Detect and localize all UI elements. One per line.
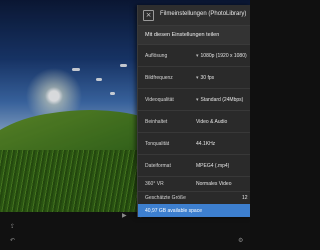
settings-icon[interactable]: ⚙	[238, 238, 243, 244]
setting-label: Auflösung	[145, 53, 168, 59]
share-with-settings-button[interactable]: Mit diesen Einstellungen teilen	[138, 26, 250, 45]
chevron-down-icon: ▾	[196, 75, 199, 81]
setting-row-estimated-size: Geschätzte Größe 12	[138, 192, 250, 204]
available-space-bar: 40,97 GB available space	[138, 204, 250, 217]
setting-row-audio-quality: Tonqualität 44.1KHz	[138, 133, 250, 155]
setting-label: Geschätzte Größe	[145, 195, 186, 201]
setting-value: Normales Video	[196, 181, 232, 187]
share-icon[interactable]: ⇪	[10, 224, 15, 230]
setting-row-includes: Beinhaltet Video & Audio	[138, 111, 250, 133]
chevron-down-icon: ▾	[196, 97, 199, 103]
setting-value: MPEG4 (.mp4)	[196, 163, 230, 169]
setting-row-resolution[interactable]: Auflösung ▾ 1080p (1920 x 1080)	[138, 45, 250, 67]
available-space-label: 40,97 GB available space	[145, 208, 202, 214]
video-editor-screen: ⇪ ↶ ▶ ⤢ ⚙ × Filmeinstellungen (PhotoLibr…	[0, 0, 250, 250]
bottom-toolbar: ⇪ ↶ ▶ ⤢ ⚙	[0, 212, 250, 250]
setting-value: ▾ 30 fps	[196, 75, 215, 81]
share-label: Mit diesen Einstellungen teilen	[145, 32, 220, 38]
setting-label: Videoqualität	[145, 97, 174, 103]
setting-row-360-vr: 360° VR Normales Video	[138, 177, 250, 192]
setting-value: ▾ 1080p (1920 x 1080)	[196, 53, 247, 59]
movie-settings-panel: × Filmeinstellungen (PhotoLibrary) Mit d…	[137, 5, 250, 217]
panel-title: Filmeinstellungen (PhotoLibrary)	[160, 11, 247, 17]
setting-row-file-format: Dateiformat MPEG4 (.mp4)	[138, 155, 250, 177]
setting-row-framerate[interactable]: Bildfrequenz ▾ 30 fps	[138, 67, 250, 89]
setting-label: Beinhaltet	[145, 119, 168, 125]
setting-label: 360° VR	[145, 181, 164, 187]
setting-row-video-quality[interactable]: Videoqualität ▾ Standard (24Mbps)	[138, 89, 250, 111]
panel-header: × Filmeinstellungen (PhotoLibrary)	[138, 5, 250, 26]
setting-label: Tonqualität	[145, 141, 170, 147]
setting-value: 12	[242, 195, 248, 201]
chevron-down-icon: ▾	[196, 53, 199, 59]
close-icon[interactable]: ×	[143, 10, 154, 21]
play-icon[interactable]: ▶	[122, 213, 127, 219]
setting-value: 44.1KHz	[196, 141, 216, 147]
setting-value: ▾ Standard (24Mbps)	[196, 97, 244, 103]
setting-value: Video & Audio	[196, 119, 228, 125]
undo-icon[interactable]: ↶	[10, 238, 15, 244]
setting-label: Dateiformat	[145, 163, 171, 169]
setting-label: Bildfrequenz	[145, 75, 173, 81]
